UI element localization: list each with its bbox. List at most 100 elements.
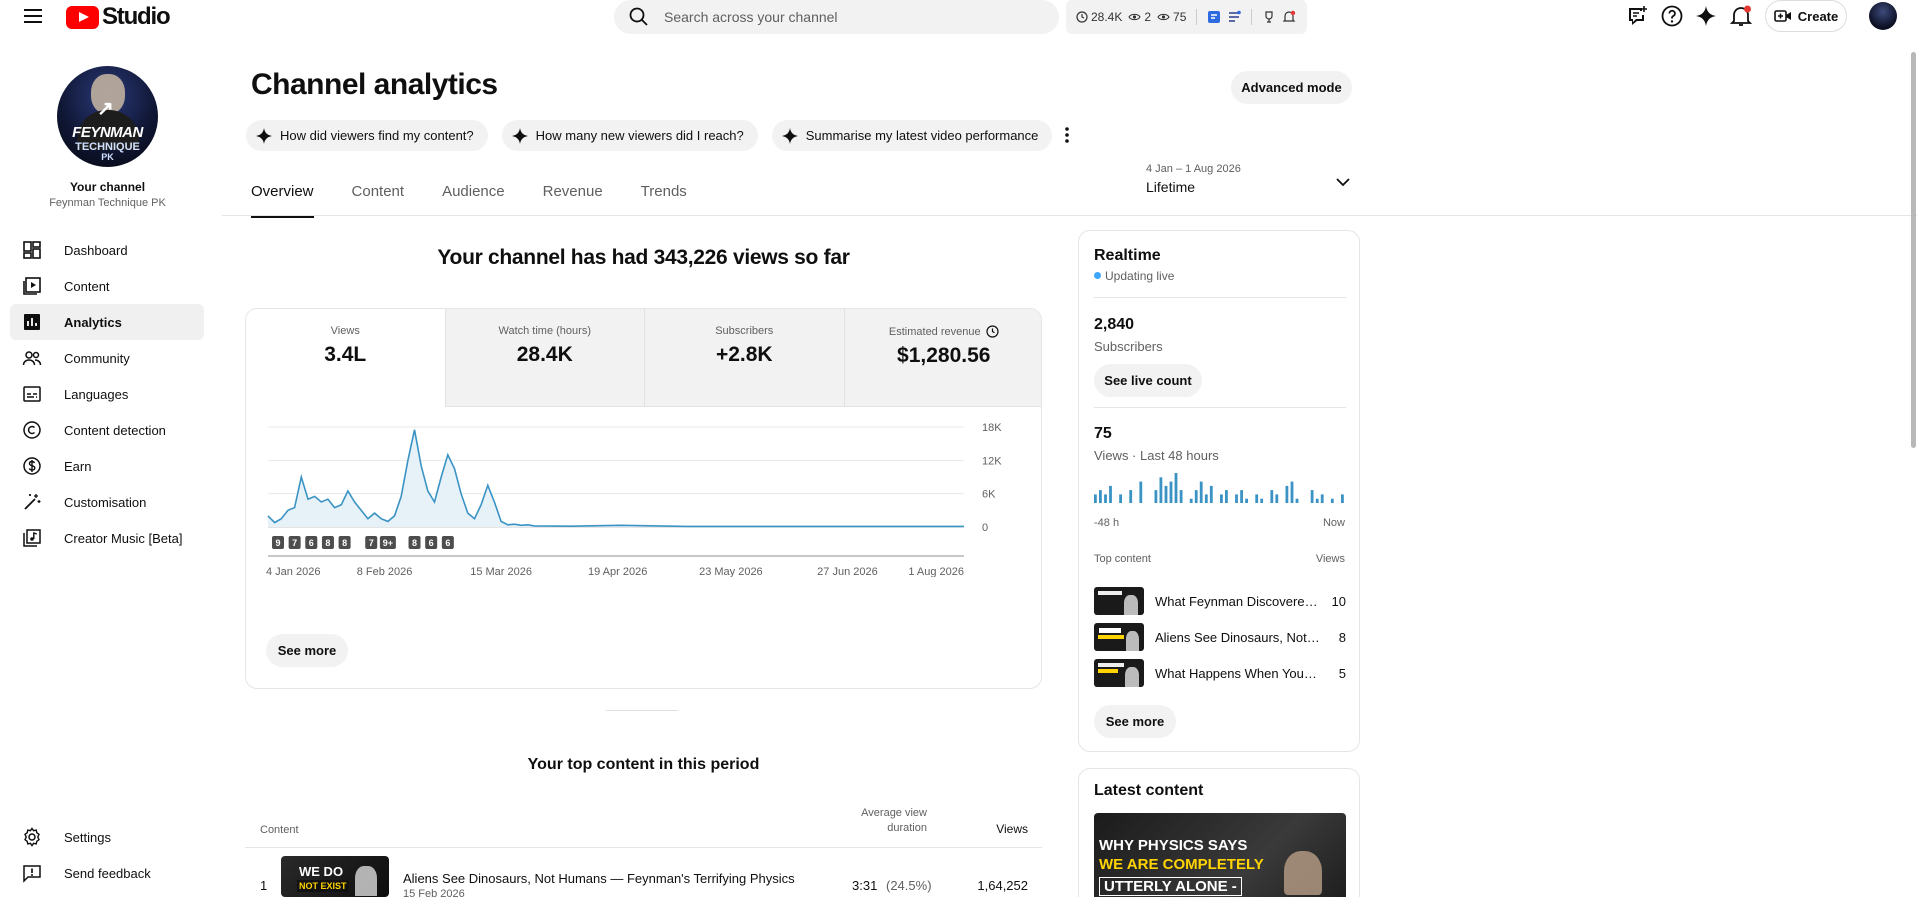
search-icon[interactable]: [628, 6, 650, 28]
thumb-figure: [1284, 851, 1322, 895]
realtime-bar[interactable]: [1109, 485, 1112, 503]
realtime-bar[interactable]: [1139, 481, 1143, 503]
realtime-see-more-button[interactable]: See more: [1094, 705, 1176, 738]
realtime-bar[interactable]: [1240, 490, 1243, 503]
realtime-bar[interactable]: [1245, 498, 1248, 503]
realtime-content-item[interactable]: Aliens See Dinosaurs, Not Humans 8: [1094, 623, 1346, 651]
tab-audience[interactable]: Audience: [442, 183, 505, 218]
realtime-bar[interactable]: [1154, 490, 1158, 503]
realtime-bar[interactable]: [1179, 490, 1183, 503]
col-views-header[interactable]: Views: [965, 822, 1028, 836]
realtime-bar[interactable]: [1119, 494, 1122, 503]
realtime-content-item[interactable]: What Happens When You Die 5: [1094, 659, 1346, 687]
advanced-mode-button[interactable]: Advanced mode: [1231, 71, 1352, 104]
sidebar-item-community[interactable]: Community: [10, 340, 204, 376]
realtime-bar[interactable]: [1209, 485, 1213, 503]
sidebar-item-customisation[interactable]: Customisation: [10, 484, 204, 520]
realtime-bar[interactable]: [1164, 485, 1168, 503]
video-thumbnail: [1094, 623, 1144, 651]
realtime-bar[interactable]: [1159, 477, 1163, 503]
bell-alert-icon[interactable]: [1282, 10, 1296, 24]
sidebar-item-dashboard[interactable]: Dashboard: [10, 232, 204, 268]
views-series-line: [267, 429, 964, 528]
tab-trends[interactable]: Trends: [641, 183, 687, 218]
realtime-bar[interactable]: [1270, 490, 1274, 503]
sidebar-item-earn[interactable]: Earn: [10, 448, 204, 484]
see-live-count-button[interactable]: See live count: [1094, 364, 1202, 397]
realtime-bar[interactable]: [1255, 494, 1259, 503]
realtime-bar[interactable]: [1129, 490, 1133, 503]
feedback-chat-icon[interactable]: [1625, 4, 1649, 28]
realtime-bar[interactable]: [1194, 490, 1198, 503]
youtube-studio-logo[interactable]: Studio: [66, 3, 171, 31]
realtime-bar[interactable]: [1169, 481, 1173, 503]
video-marker-label: 7: [292, 538, 297, 548]
realtime-bar[interactable]: [1189, 498, 1193, 503]
page-scrollbar[interactable]: [1911, 52, 1916, 448]
help-icon[interactable]: [1660, 4, 1684, 28]
realtime-bar[interactable]: [1094, 494, 1097, 503]
hamburger-menu-icon[interactable]: [22, 5, 44, 27]
video-thumbnail: [1094, 659, 1144, 687]
more-options-icon[interactable]: [1057, 123, 1077, 147]
see-more-button[interactable]: See more: [266, 634, 348, 667]
realtime-bar[interactable]: [1104, 494, 1107, 503]
realtime-bar[interactable]: [1275, 494, 1279, 503]
realtime-bar[interactable]: [1235, 494, 1238, 503]
realtime-bar[interactable]: [1285, 485, 1289, 503]
col-avd-header[interactable]: Average view duration: [847, 806, 927, 836]
table-row[interactable]: 1 WE DO NOT EXIST Aliens See Dinosaurs, …: [245, 848, 1042, 897]
account-avatar[interactable]: [1869, 2, 1897, 30]
video-thumbnail[interactable]: WE DO NOT EXIST: [281, 856, 389, 897]
realtime-bar[interactable]: [1295, 498, 1299, 503]
metric-tab-estimated-revenue[interactable]: Estimated revenue $1,280.56: [844, 309, 1041, 407]
ext-live-stat[interactable]: 2: [1128, 10, 1151, 24]
realtime-bar[interactable]: [1220, 494, 1223, 503]
sidebar-item-settings[interactable]: Settings: [10, 819, 204, 855]
realtime-bar[interactable]: [1225, 490, 1228, 503]
tab-content[interactable]: Content: [352, 183, 405, 218]
ext-watch-stat[interactable]: 28.4K: [1076, 10, 1122, 24]
suggestion-chip[interactable]: Summarise my latest video performance: [771, 120, 1053, 151]
sidebar-item-creator-music[interactable]: Creator Music [Beta]: [10, 520, 204, 556]
sidebar-item-analytics[interactable]: Analytics: [10, 304, 204, 340]
realtime-bar[interactable]: [1290, 481, 1294, 503]
metric-tab-views[interactable]: Views 3.4L: [246, 309, 446, 407]
metric-tab-subscribers[interactable]: Subscribers +2.8K: [645, 309, 845, 407]
suggestion-chip[interactable]: How did viewers find my content?: [246, 120, 488, 151]
sparkle-icon[interactable]: [1694, 4, 1718, 28]
list-icon[interactable]: [1227, 10, 1242, 24]
metric-tab-watch-time[interactable]: Watch time (hours) 28.4K: [445, 309, 645, 407]
sidebar-item-languages[interactable]: Languages: [10, 376, 204, 412]
realtime-bar[interactable]: [1315, 498, 1319, 503]
sidebar-item-content-detection[interactable]: Content detection: [10, 412, 204, 448]
search-input[interactable]: [664, 6, 1044, 28]
ext-views-stat[interactable]: 75: [1157, 10, 1186, 24]
realtime-content-item[interactable]: What Feynman Discovered About Learning 1…: [1094, 587, 1346, 615]
realtime-bar[interactable]: [1330, 498, 1334, 503]
realtime-bar[interactable]: [1320, 494, 1324, 503]
date-range-picker[interactable]: 4 Jan – 1 Aug 2026 Lifetime: [1146, 163, 1351, 203]
sidebar-item-send-feedback[interactable]: Send feedback: [10, 855, 204, 891]
realtime-bar[interactable]: [1174, 473, 1178, 503]
tab-revenue[interactable]: Revenue: [543, 183, 603, 218]
overview-card: Views 3.4L Watch time (hours) 28.4K Subs…: [245, 308, 1042, 689]
realtime-bar[interactable]: [1099, 490, 1102, 503]
latest-video-thumbnail[interactable]: WHY PHYSICS SAYS WE ARE COMPLETELY UTTER…: [1094, 813, 1346, 897]
realtime-bar[interactable]: [1260, 498, 1264, 503]
extension-badge-icon[interactable]: [1207, 10, 1221, 24]
realtime-bar[interactable]: [1341, 494, 1344, 503]
realtime-bar[interactable]: [1199, 481, 1203, 503]
create-button[interactable]: Create: [1765, 0, 1847, 32]
notifications-bell-icon[interactable]: [1729, 4, 1753, 28]
trophy-icon[interactable]: [1262, 10, 1276, 24]
sidebar-item-content[interactable]: Content: [10, 268, 204, 304]
suggestion-chip[interactable]: How many new viewers did I reach?: [501, 120, 758, 151]
tab-overview[interactable]: Overview: [251, 183, 314, 218]
row-title[interactable]: Aliens See Dinosaurs, Not Humans — Feynm…: [403, 871, 795, 886]
realtime-bar[interactable]: [1310, 490, 1314, 503]
realtime-views-value: 75: [1094, 425, 1112, 442]
channel-avatar[interactable]: ↗ FEYNMAN TECHNIQUE PK: [57, 66, 158, 167]
search-bar[interactable]: [614, 0, 1059, 34]
realtime-bar[interactable]: [1204, 494, 1208, 503]
